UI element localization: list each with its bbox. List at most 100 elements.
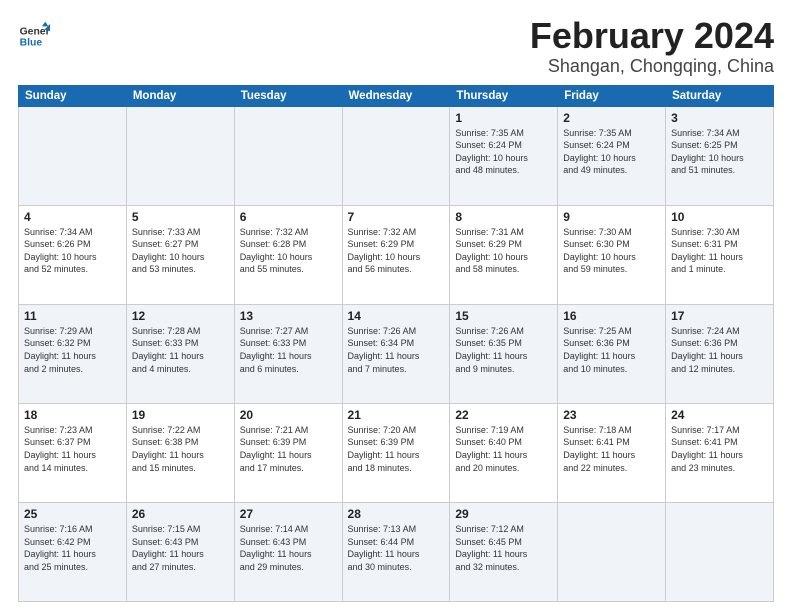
day-info: Sunrise: 7:35 AM Sunset: 6:24 PM Dayligh… [563, 127, 660, 177]
calendar-cell: 11Sunrise: 7:29 AM Sunset: 6:32 PM Dayli… [19, 304, 127, 403]
day-number: 5 [132, 210, 229, 224]
calendar-cell: 26 Sunrise: 7:15 AM Sunset: 6:43 PM Dayli… [126, 502, 234, 601]
day-number: 29 [455, 507, 552, 521]
calendar-cell: 18 Sunrise: 7:23 AM Sunset: 6:37 PM Dayli… [19, 403, 127, 502]
day-info: Sunrise: 7:22 AM Sunset: 6:38 PM Dayligh… [132, 424, 229, 474]
calendar-header-row: Sunday Monday Tuesday Wednesday Thursday… [19, 85, 774, 106]
calendar-cell: 13 Sunrise: 7:27 AM Sunset: 6:33 PM Dayli… [234, 304, 342, 403]
day-number: 26 [132, 507, 229, 521]
calendar-cell: 25 Sunrise: 7:16 AM Sunset: 6:42 PM Dayli… [19, 502, 127, 601]
calendar-cell: 4 Sunrise: 7:34 AM Sunset: 6:26 PM Daylig… [19, 205, 127, 304]
day-info: Sunrise: 7:33 AM Sunset: 6:27 PM Dayligh… [132, 226, 229, 276]
day-number: 11 [24, 309, 121, 323]
header-section: General Blue February 2024 Shangan, Chon… [18, 16, 774, 77]
calendar-cell: 19 Sunrise: 7:22 AM Sunset: 6:38 PM Dayli… [126, 403, 234, 502]
calendar-cell [234, 106, 342, 205]
day-info: Sunrise: 7:20 AM Sunset: 6:39 PM Dayligh… [348, 424, 445, 474]
day-info: Sunrise: 7:24 AM Sunset: 6:36 PM Dayligh… [671, 325, 768, 375]
day-number: 14 [348, 309, 445, 323]
calendar-cell: 5 Sunrise: 7:33 AM Sunset: 6:27 PM Daylig… [126, 205, 234, 304]
calendar-cell: 20 Sunrise: 7:21 AM Sunset: 6:39 PM Dayli… [234, 403, 342, 502]
day-number: 6 [240, 210, 337, 224]
logo-icon: General Blue [18, 20, 50, 52]
svg-text:Blue: Blue [20, 38, 43, 49]
day-info: Sunrise: 7:14 AM Sunset: 6:43 PM Dayligh… [240, 523, 337, 573]
month-title: February 2024 [530, 16, 774, 56]
calendar-cell: 29 Sunrise: 7:12 AM Sunset: 6:45 PM Dayli… [450, 502, 558, 601]
day-info: Sunrise: 7:32 AM Sunset: 6:29 PM Dayligh… [348, 226, 445, 276]
header-sunday: Sunday [19, 85, 127, 106]
calendar-row-2: 4 Sunrise: 7:34 AM Sunset: 6:26 PM Daylig… [19, 205, 774, 304]
day-number: 13 [240, 309, 337, 323]
location-title: Shangan, Chongqing, China [530, 56, 774, 77]
calendar-cell: 16 Sunrise: 7:25 AM Sunset: 6:36 PM Dayli… [558, 304, 666, 403]
day-number: 4 [24, 210, 121, 224]
day-number: 8 [455, 210, 552, 224]
day-number: 20 [240, 408, 337, 422]
day-info: Sunrise: 7:31 AM Sunset: 6:29 PM Dayligh… [455, 226, 552, 276]
calendar-cell [19, 106, 127, 205]
calendar-cell [558, 502, 666, 601]
day-info: Sunrise: 7:34 AM Sunset: 6:26 PM Dayligh… [24, 226, 121, 276]
day-number: 19 [132, 408, 229, 422]
calendar-cell: 22Sunrise: 7:19 AM Sunset: 6:40 PM Dayli… [450, 403, 558, 502]
day-info: Sunrise: 7:27 AM Sunset: 6:33 PM Dayligh… [240, 325, 337, 375]
day-number: 12 [132, 309, 229, 323]
calendar-cell: 8 Sunrise: 7:31 AM Sunset: 6:29 PM Daylig… [450, 205, 558, 304]
calendar-cell: 21 Sunrise: 7:20 AM Sunset: 6:39 PM Dayli… [342, 403, 450, 502]
header-wednesday: Wednesday [342, 85, 450, 106]
day-info: Sunrise: 7:34 AM Sunset: 6:25 PM Dayligh… [671, 127, 768, 177]
header-monday: Monday [126, 85, 234, 106]
day-number: 7 [348, 210, 445, 224]
day-number: 28 [348, 507, 445, 521]
logo: General Blue [18, 20, 50, 52]
day-number: 15 [455, 309, 552, 323]
day-info: Sunrise: 7:25 AM Sunset: 6:36 PM Dayligh… [563, 325, 660, 375]
calendar-cell: 27Sunrise: 7:14 AM Sunset: 6:43 PM Dayli… [234, 502, 342, 601]
day-number: 1 [455, 111, 552, 125]
calendar-cell: 9 Sunrise: 7:30 AM Sunset: 6:30 PM Daylig… [558, 205, 666, 304]
calendar-row-5: 25 Sunrise: 7:16 AM Sunset: 6:42 PM Dayli… [19, 502, 774, 601]
calendar-cell: 24 Sunrise: 7:17 AM Sunset: 6:41 PM Dayli… [666, 403, 774, 502]
day-number: 10 [671, 210, 768, 224]
calendar-cell: 6 Sunrise: 7:32 AM Sunset: 6:28 PM Daylig… [234, 205, 342, 304]
calendar-cell: 14Sunrise: 7:26 AM Sunset: 6:34 PM Dayli… [342, 304, 450, 403]
day-number: 25 [24, 507, 121, 521]
day-info: Sunrise: 7:23 AM Sunset: 6:37 PM Dayligh… [24, 424, 121, 474]
header-saturday: Saturday [666, 85, 774, 106]
calendar-cell [342, 106, 450, 205]
day-number: 23 [563, 408, 660, 422]
calendar-table: Sunday Monday Tuesday Wednesday Thursday… [18, 85, 774, 602]
calendar-cell: 17Sunrise: 7:24 AM Sunset: 6:36 PM Dayli… [666, 304, 774, 403]
calendar-cell [126, 106, 234, 205]
calendar-cell: 28 Sunrise: 7:13 AM Sunset: 6:44 PM Dayli… [342, 502, 450, 601]
header-thursday: Thursday [450, 85, 558, 106]
day-number: 22 [455, 408, 552, 422]
day-info: Sunrise: 7:21 AM Sunset: 6:39 PM Dayligh… [240, 424, 337, 474]
day-number: 16 [563, 309, 660, 323]
day-info: Sunrise: 7:30 AM Sunset: 6:31 PM Dayligh… [671, 226, 768, 276]
day-info: Sunrise: 7:17 AM Sunset: 6:41 PM Dayligh… [671, 424, 768, 474]
calendar-cell: 15 Sunrise: 7:26 AM Sunset: 6:35 PM Dayli… [450, 304, 558, 403]
calendar-cell: 7 Sunrise: 7:32 AM Sunset: 6:29 PM Daylig… [342, 205, 450, 304]
day-info: Sunrise: 7:35 AM Sunset: 6:24 PM Dayligh… [455, 127, 552, 177]
day-number: 2 [563, 111, 660, 125]
calendar-row-3: 11Sunrise: 7:29 AM Sunset: 6:32 PM Dayli… [19, 304, 774, 403]
calendar-cell: 10 Sunrise: 7:30 AM Sunset: 6:31 PM Dayli… [666, 205, 774, 304]
day-info: Sunrise: 7:16 AM Sunset: 6:42 PM Dayligh… [24, 523, 121, 573]
day-number: 21 [348, 408, 445, 422]
day-number: 9 [563, 210, 660, 224]
header-friday: Friday [558, 85, 666, 106]
day-info: Sunrise: 7:26 AM Sunset: 6:35 PM Dayligh… [455, 325, 552, 375]
day-info: Sunrise: 7:32 AM Sunset: 6:28 PM Dayligh… [240, 226, 337, 276]
day-number: 18 [24, 408, 121, 422]
day-number: 24 [671, 408, 768, 422]
day-info: Sunrise: 7:28 AM Sunset: 6:33 PM Dayligh… [132, 325, 229, 375]
day-info: Sunrise: 7:30 AM Sunset: 6:30 PM Dayligh… [563, 226, 660, 276]
calendar-row-4: 18 Sunrise: 7:23 AM Sunset: 6:37 PM Dayli… [19, 403, 774, 502]
header-tuesday: Tuesday [234, 85, 342, 106]
day-info: Sunrise: 7:13 AM Sunset: 6:44 PM Dayligh… [348, 523, 445, 573]
calendar-cell [666, 502, 774, 601]
day-info: Sunrise: 7:15 AM Sunset: 6:43 PM Dayligh… [132, 523, 229, 573]
day-info: Sunrise: 7:12 AM Sunset: 6:45 PM Dayligh… [455, 523, 552, 573]
